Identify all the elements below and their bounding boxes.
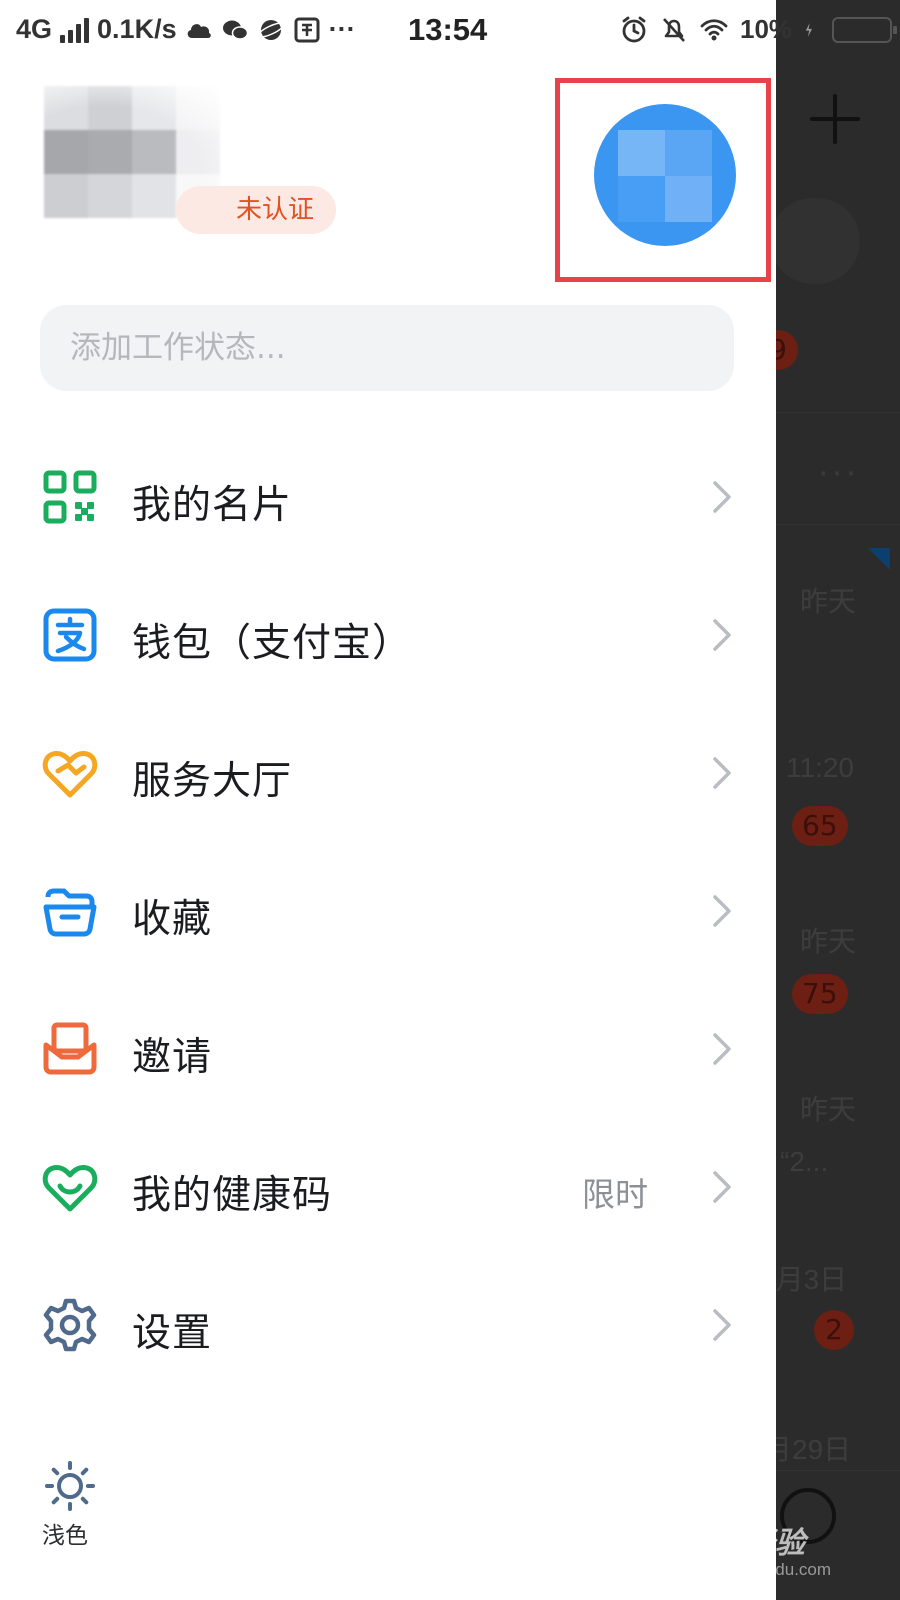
invite-icon [43, 1022, 97, 1075]
unread-badge: 65 [792, 806, 848, 846]
chevron-right-icon [713, 1033, 731, 1065]
menu-item-label: 我的健康码 [132, 1173, 333, 1218]
chevron-right-icon [713, 481, 731, 513]
unread-badge: 2 [814, 1310, 854, 1350]
work-status-field[interactable] [40, 305, 734, 391]
menu-item-label: 设置 [132, 1311, 213, 1356]
chat-snippet: “2... [780, 1146, 829, 1177]
divider [776, 524, 900, 525]
unread-badge: 75 [792, 974, 848, 1014]
divider [776, 1470, 900, 1471]
more-dots-icon: ··· [818, 454, 860, 494]
menu-item-service-hall[interactable]: 服务大厅 [0, 712, 776, 832]
planet-icon [257, 19, 285, 40]
sun-icon [45, 1461, 95, 1511]
battery-percent: 10% [740, 14, 793, 44]
status-left: 4G 0.1K/s ··· [16, 14, 356, 45]
menu-item-label: 钱包（支付宝） [132, 621, 413, 666]
chevron-right-icon [713, 1171, 731, 1203]
add-icon [808, 92, 862, 146]
menu-item-settings[interactable]: 设置 [0, 1264, 776, 1384]
alipay-icon [43, 608, 97, 662]
menu-item-label: 邀请 [132, 1035, 213, 1080]
chat-time: 月29日 [764, 1434, 852, 1465]
chevron-right-icon [713, 619, 731, 651]
theme-toggle-button[interactable]: 浅色 [38, 1460, 104, 1552]
clock: 13:54 [408, 12, 488, 47]
wechat-icon [222, 20, 248, 40]
menu-item-business-card[interactable]: 我的名片 [0, 436, 776, 556]
menu-item-label: 收藏 [132, 897, 213, 942]
avatar-mosaic [618, 130, 712, 222]
menu-item-health-code[interactable]: 我的健康码 限时 [0, 1126, 776, 1246]
chat-time: 昨天 [800, 1094, 857, 1125]
background-search-pill [770, 198, 860, 284]
network-type: 4G [16, 14, 53, 44]
pinned-flag-icon [868, 548, 890, 570]
folder-icon [43, 888, 97, 937]
work-status-input[interactable] [40, 305, 734, 391]
menu-item-favorites[interactable]: 收藏 [0, 850, 776, 970]
qr-code-icon [43, 470, 97, 524]
wifi-icon [700, 18, 728, 40]
battery-icon [832, 16, 898, 43]
menu-item-wallet[interactable]: 钱包（支付宝） [0, 574, 776, 694]
more-notifications-indicator: ··· [328, 14, 356, 44]
unverified-tag[interactable]: 未认证 [176, 186, 337, 234]
divider [776, 412, 900, 413]
menu-item-invite[interactable]: 邀请 [0, 988, 776, 1108]
limited-time-hint: 限时 [582, 1175, 648, 1214]
chevron-right-icon [713, 757, 731, 789]
side-drawer: 未认证 我的名片 钱包（支付宝） [0, 0, 776, 1600]
mute-bell-icon [663, 17, 685, 42]
status-right: 10% [620, 14, 898, 45]
app-notification-icon [294, 17, 320, 42]
service-heart-icon [42, 751, 98, 798]
status-bar: 4G 0.1K/s ··· 13:54 10% [0, 0, 900, 64]
menu-item-label: 服务大厅 [132, 759, 293, 804]
menu-item-label: 我的名片 [132, 483, 293, 528]
cloud-icon [187, 23, 211, 38]
theme-label: 浅色 [42, 1523, 88, 1549]
health-heart-icon [42, 1165, 98, 1212]
chevron-right-icon [713, 1309, 731, 1341]
charging-bolt-icon [805, 22, 813, 37]
signal-icon [60, 17, 90, 43]
gear-icon [43, 1298, 97, 1352]
chat-time: 昨天 [800, 586, 857, 617]
chat-time: 昨天 [800, 926, 857, 957]
chevron-right-icon [713, 895, 731, 927]
network-speed: 0.1K/s [97, 14, 177, 44]
avatar[interactable] [594, 104, 736, 246]
chat-time: 11:20 [786, 752, 854, 783]
alarm-icon [622, 16, 646, 42]
